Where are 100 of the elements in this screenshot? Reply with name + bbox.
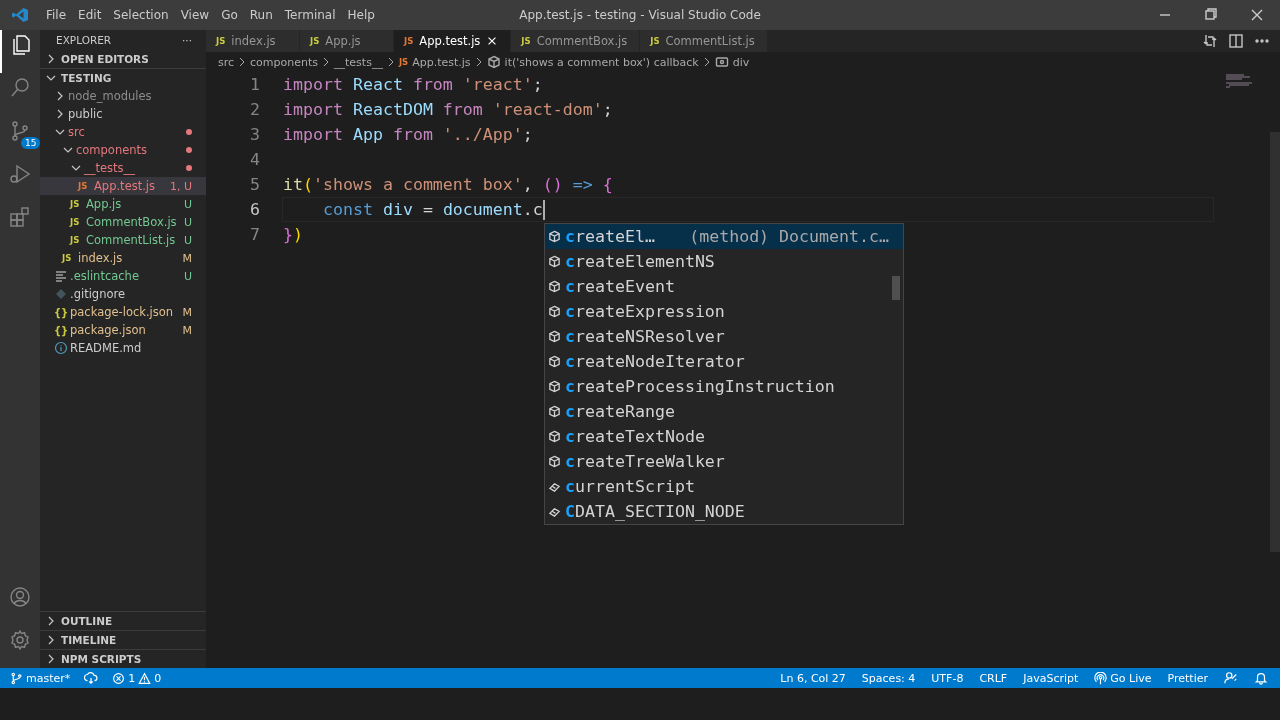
folder-name: __tests__ xyxy=(84,161,137,175)
status-item[interactable]: Prettier xyxy=(1167,671,1208,685)
menu-item[interactable]: Terminal xyxy=(278,8,342,22)
count-badge: 15 xyxy=(21,137,41,149)
scrollbar-thumb[interactable] xyxy=(892,276,900,300)
editor-tab[interactable]: JS App.js xyxy=(300,30,394,52)
breadcrumb-item[interactable]: src xyxy=(218,55,235,69)
branch-item[interactable]: master* xyxy=(10,671,71,685)
explorer-folder[interactable]: public xyxy=(40,105,206,123)
app-logo-icon xyxy=(12,7,28,23)
editor-tab[interactable]: JS CommentList.js xyxy=(640,30,768,52)
editor-tab[interactable]: JS App.test.js xyxy=(394,30,512,52)
breadcrumb-item[interactable]: it('shows a comment box') callback xyxy=(504,55,699,69)
problems-item[interactable]: 1 0 xyxy=(112,671,162,685)
compare-icon[interactable] xyxy=(1202,33,1218,49)
cube-icon[interactable] xyxy=(548,430,561,443)
account-icon[interactable] xyxy=(8,585,32,609)
explorer-file[interactable]: .eslintcache U xyxy=(40,267,206,285)
breadcrumb-item[interactable]: __tests__ xyxy=(334,55,383,69)
menu-item[interactable]: Selection xyxy=(107,8,175,22)
property-icon[interactable] xyxy=(548,505,561,518)
editor-tab[interactable]: JS index.js xyxy=(206,30,300,52)
cube-icon[interactable] xyxy=(548,230,561,243)
menu-item[interactable]: File xyxy=(40,8,73,22)
suggestion-item[interactable]: createProcessingInstruction xyxy=(545,374,903,399)
js-file-label: JS xyxy=(62,253,73,263)
explorer-folder[interactable]: components xyxy=(40,141,206,159)
more-actions-button[interactable]: ··· xyxy=(182,34,192,46)
cube-icon[interactable] xyxy=(548,380,561,393)
explorer-file[interactable]: .gitignore xyxy=(40,285,206,303)
js-file-label: JS xyxy=(70,235,81,245)
suggestion-item[interactable]: createTreeWalker xyxy=(545,449,903,474)
explorer-file[interactable]: JS App.js U xyxy=(40,195,206,213)
file-name: .eslintcache xyxy=(70,269,140,283)
notifications-icon[interactable] xyxy=(1254,671,1268,685)
explorer-folder[interactable]: node_modules xyxy=(40,87,206,105)
status-item[interactable]: CRLF xyxy=(979,671,1008,685)
sync-icon[interactable] xyxy=(84,671,99,685)
settings-icon[interactable] xyxy=(8,628,32,652)
suggestion-item[interactable]: createTextNode xyxy=(545,424,903,449)
explorer-file[interactable]: JS CommentBox.js U xyxy=(40,213,206,231)
property-icon[interactable] xyxy=(548,480,561,493)
menu-item[interactable]: Go xyxy=(215,8,244,22)
explorer-file[interactable]: README.md xyxy=(40,339,206,357)
explorer-folder[interactable]: src xyxy=(40,123,206,141)
menu-item[interactable]: Run xyxy=(243,8,279,22)
suggestion-item[interactable]: createElementNS xyxy=(545,249,903,274)
suggestion-item[interactable]: createRange xyxy=(545,399,903,424)
json-file-label: {} xyxy=(54,324,70,336)
cube-icon[interactable] xyxy=(548,455,561,468)
breadcrumb-item[interactable]: App.test.js xyxy=(412,55,471,69)
breadcrumb-item[interactable]: div xyxy=(732,55,750,69)
suggestion-item[interactable]: createNodeIterator xyxy=(545,349,903,374)
menu-item[interactable]: View xyxy=(174,8,216,22)
error-icon[interactable] xyxy=(112,671,126,685)
suggestion-item[interactable]: createExpression xyxy=(545,299,903,324)
explorer-file[interactable]: JS index.js M xyxy=(40,249,206,267)
editor-tab[interactable]: JS CommentBox.js xyxy=(511,30,641,52)
broadcast-icon[interactable] xyxy=(1094,671,1108,685)
panel-title: EXPLORER xyxy=(56,34,112,46)
cube-icon[interactable] xyxy=(548,405,561,418)
cube-icon[interactable] xyxy=(486,55,501,69)
branch-icon[interactable] xyxy=(10,671,23,685)
suggestion-item[interactable]: createNSResolver xyxy=(545,324,903,349)
suggestion-item[interactable]: CDATA_SECTION_NODE xyxy=(545,499,903,524)
status-item[interactable]: Spaces: 4 xyxy=(861,671,916,685)
code-line: import React from 'react'; xyxy=(283,75,543,94)
line-number: 4 xyxy=(249,150,261,169)
suggestion-item[interactable]: createEl… (method) Document.c… xyxy=(545,224,903,249)
line-number: 1 xyxy=(249,75,261,94)
suggestion-item[interactable]: createEvent xyxy=(545,274,903,299)
status-item[interactable]: Ln 6, Col 27 xyxy=(780,671,846,685)
code-line: }) xyxy=(283,225,303,244)
menu-item[interactable]: Edit xyxy=(72,8,108,22)
run-debug-icon[interactable] xyxy=(8,162,32,186)
extensions-icon[interactable] xyxy=(8,205,32,229)
folder-name: src xyxy=(68,125,86,139)
explorer-folder[interactable]: __tests__ xyxy=(40,159,206,177)
cube-icon[interactable] xyxy=(548,305,561,318)
breadcrumb-item[interactable]: components xyxy=(250,55,319,69)
variable-icon[interactable] xyxy=(714,55,729,69)
cube-icon[interactable] xyxy=(548,255,561,268)
section-header[interactable]: OPEN EDITORS xyxy=(40,50,206,68)
status-item[interactable]: UTF-8 xyxy=(931,671,964,685)
split-editor-icon[interactable] xyxy=(1228,33,1244,49)
suggestion-item[interactable]: currentScript xyxy=(545,474,903,499)
explorer-file[interactable]: {}package.json M xyxy=(40,321,206,339)
status-item[interactable]: Go Live xyxy=(1094,671,1152,685)
cube-icon[interactable] xyxy=(548,280,561,293)
cube-icon[interactable] xyxy=(548,330,561,343)
info-icon xyxy=(54,341,68,355)
explorer-file[interactable]: JS CommentList.js U xyxy=(40,231,206,249)
status-item[interactable]: JavaScript xyxy=(1023,671,1079,685)
git-status-label: U xyxy=(183,197,192,211)
explorer-file[interactable]: {}package-lock.json M xyxy=(40,303,206,321)
feedback-icon[interactable] xyxy=(1224,671,1238,685)
menu-item[interactable]: Help xyxy=(341,8,381,22)
explorer-file[interactable]: JS App.test.js 1, U xyxy=(40,177,206,195)
warning-icon[interactable] xyxy=(138,671,152,685)
cube-icon[interactable] xyxy=(548,355,561,368)
